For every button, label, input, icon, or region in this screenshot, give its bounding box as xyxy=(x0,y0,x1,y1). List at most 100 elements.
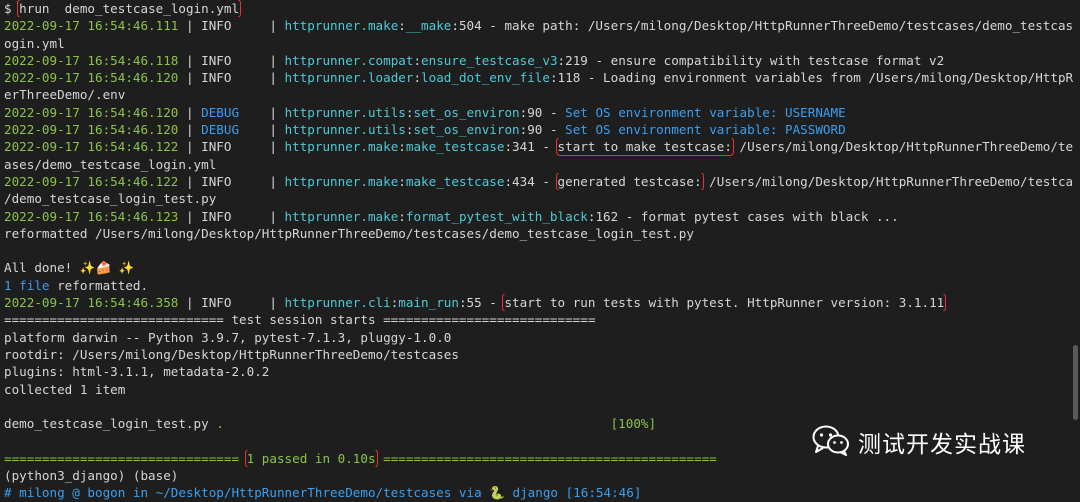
terminal-text: platform darwin -- Python 3.9.7, pytest-… xyxy=(4,329,452,345)
terminal-text: 2022-09-17 16:54:46.120 xyxy=(4,70,179,86)
terminal-text: =============================== xyxy=(4,450,247,466)
terminal-text: 2022-09-17 16:54:46.122 xyxy=(4,139,179,155)
terminal-text: make_testcase xyxy=(405,139,505,155)
terminal-text: :118 - Loading environment variables fro… xyxy=(549,70,1074,86)
terminal-line: 2022-09-17 16:54:46.120 | INFO | httprun… xyxy=(4,69,1074,86)
terminal-text: format_pytest_with_black xyxy=(405,208,588,224)
terminal-text: :162 - format pytest cases with black ..… xyxy=(587,208,899,224)
terminal-text: ensure_testcase_v3 xyxy=(421,52,558,68)
terminal-text: httprunner.make xyxy=(284,208,399,224)
terminal-text: : xyxy=(398,173,406,189)
terminal-text: ogin.yml xyxy=(4,35,65,51)
terminal-line: 2022-09-17 16:54:46.122 | INFO | httprun… xyxy=(4,138,1074,156)
terminal-text: | INFO | xyxy=(178,208,285,224)
terminal-text: 2022-09-17 16:54:46.120 xyxy=(4,122,179,138)
terminal-text: reformatted. xyxy=(57,277,149,293)
terminal-text: : xyxy=(398,139,406,155)
terminal-text: | INFO | xyxy=(178,18,285,34)
terminal-text: :55 - xyxy=(458,295,505,311)
terminal-line: 2022-09-17 16:54:46.123 | INFO | httprun… xyxy=(4,208,1074,225)
terminal-text: : xyxy=(398,208,406,224)
terminal-line: reformatted /Users/milong/Desktop/HttpRu… xyxy=(4,225,1074,242)
terminal-text: . [100%] xyxy=(216,416,657,432)
terminal-text: | INFO | xyxy=(178,295,285,311)
terminal-line: plugins: html-3.1.1, metadata-2.0.2 xyxy=(4,363,1074,380)
terminal-line: $ hrun demo_testcase_login.yml xyxy=(4,0,1074,18)
terminal-text: load_dot_env_file xyxy=(421,70,550,86)
highlighted-text: generated testcase: xyxy=(555,172,704,191)
terminal-line: 1 file reformatted. xyxy=(4,277,1074,294)
highlighted-text: start to run tests with pytest. HttpRunn… xyxy=(502,294,947,312)
terminal-text: httprunner.loader xyxy=(284,70,414,86)
terminal-text: rootdir: /Users/milong/Desktop/HttpRunne… xyxy=(4,346,459,362)
terminal-text: # milong @ bogon in ~/Desktop/HttpRunner… xyxy=(4,485,642,501)
highlighted-text: 1 passed in 0.10s xyxy=(244,449,378,468)
terminal-text: | INFO | xyxy=(178,139,285,155)
terminal-text: erThreeDemo/.env xyxy=(4,87,126,103)
terminal-text: main_run xyxy=(398,295,459,311)
terminal-text: 2022-09-17 16:54:46.123 xyxy=(4,208,179,224)
terminal-text: :219 - ensure compatibility with testcas… xyxy=(557,52,945,68)
terminal-text: | INFO | xyxy=(178,52,285,68)
wechat-icon xyxy=(812,424,850,459)
terminal-line: collected 1 item xyxy=(4,381,1074,398)
terminal-text: | INFO | xyxy=(178,70,285,86)
terminal-text: 2022-09-17 16:54:46.358 xyxy=(4,295,179,311)
terminal-line: 2022-09-17 16:54:46.118 | INFO | httprun… xyxy=(4,52,1074,69)
terminal-text: ases/demo_testcase_login.yml xyxy=(4,156,217,172)
terminal-text: make_testcase xyxy=(405,173,505,189)
terminal-text: 2022-09-17 16:54:46.122 xyxy=(4,173,179,189)
terminal-text: /Users/milong/Desktop/HttpRunnerThreeDem… xyxy=(701,173,1074,189)
terminal-text: DEBUG xyxy=(201,122,240,138)
terminal-text: | INFO | xyxy=(178,173,285,189)
terminal-text: httprunner.make xyxy=(284,18,399,34)
terminal-text: 2022-09-17 16:54:46.111 xyxy=(4,18,179,34)
terminal-line: 2022-09-17 16:54:46.122 | INFO | httprun… xyxy=(4,172,1074,191)
terminal-text: Set OS environment variable: USERNAME xyxy=(565,104,846,120)
terminal-line: ============================= test sessi… xyxy=(4,311,1074,328)
terminal-line: platform darwin -- Python 3.9.7, pytest-… xyxy=(4,329,1074,346)
vertical-scrollbar[interactable] xyxy=(1073,345,1078,420)
terminal-text: httprunner.utils xyxy=(284,122,406,138)
terminal-text: :434 - xyxy=(504,173,558,189)
terminal-line: 2022-09-17 16:54:46.120 | DEBUG | httpru… xyxy=(4,121,1074,138)
terminal-text: ============================= test sessi… xyxy=(4,312,596,328)
terminal-text: 2022-09-17 16:54:46.118 xyxy=(4,52,179,68)
terminal-text: 1 file xyxy=(4,277,58,293)
terminal-text: $ xyxy=(4,1,20,16)
terminal-text: httprunner.compat xyxy=(284,52,414,68)
terminal-text: __make xyxy=(405,18,452,34)
highlighted-text: start to make testcase: xyxy=(555,138,734,156)
terminal-text: All done! ✨🍰 ✨ xyxy=(4,260,135,276)
watermark-text: 测试开发实战课 xyxy=(858,431,1026,458)
terminal-line: (python3_django) (base) xyxy=(4,467,1074,484)
terminal-text: | xyxy=(178,104,202,120)
terminal-text: : xyxy=(398,18,406,34)
terminal-line: # milong @ bogon in ~/Desktop/HttpRunner… xyxy=(4,484,1074,501)
terminal-line: rootdir: /Users/milong/Desktop/HttpRunne… xyxy=(4,346,1074,363)
terminal-text: : xyxy=(413,70,422,86)
terminal-text: collected 1 item xyxy=(4,381,126,397)
terminal-text: plugins: html-3.1.1, metadata-2.0.2 xyxy=(4,364,270,380)
terminal-text: | xyxy=(239,122,285,138)
terminal-text: :90 - xyxy=(519,122,566,138)
terminal-line: 2022-09-17 16:54:46.120 | DEBUG | httpru… xyxy=(4,104,1074,121)
terminal-text: httprunner.make xyxy=(284,173,399,189)
terminal-text: (python3_django) (base) xyxy=(4,468,179,484)
terminal-text: 2022-09-17 16:54:46.120 xyxy=(4,104,179,120)
terminal-text: httprunner.make xyxy=(284,139,399,155)
highlighted-text: hrun demo_testcase_login.yml xyxy=(17,0,242,18)
terminal-line: /demo_testcase_login_test.py xyxy=(4,190,1074,207)
terminal-line: 2022-09-17 16:54:46.111 | INFO | httprun… xyxy=(4,17,1074,34)
terminal-text: :90 - xyxy=(519,104,566,120)
terminal-text: : xyxy=(413,52,422,68)
terminal-text: ========================================… xyxy=(375,450,717,466)
terminal-text: DEBUG xyxy=(201,104,240,120)
terminal-text: :341 - xyxy=(504,139,558,155)
terminal-line: erThreeDemo/.env xyxy=(4,86,1074,103)
terminal-text: httprunner.cli xyxy=(284,295,391,311)
terminal-line: ases/demo_testcase_login.yml xyxy=(4,156,1074,173)
terminal-text: set_os_environ xyxy=(413,122,520,138)
